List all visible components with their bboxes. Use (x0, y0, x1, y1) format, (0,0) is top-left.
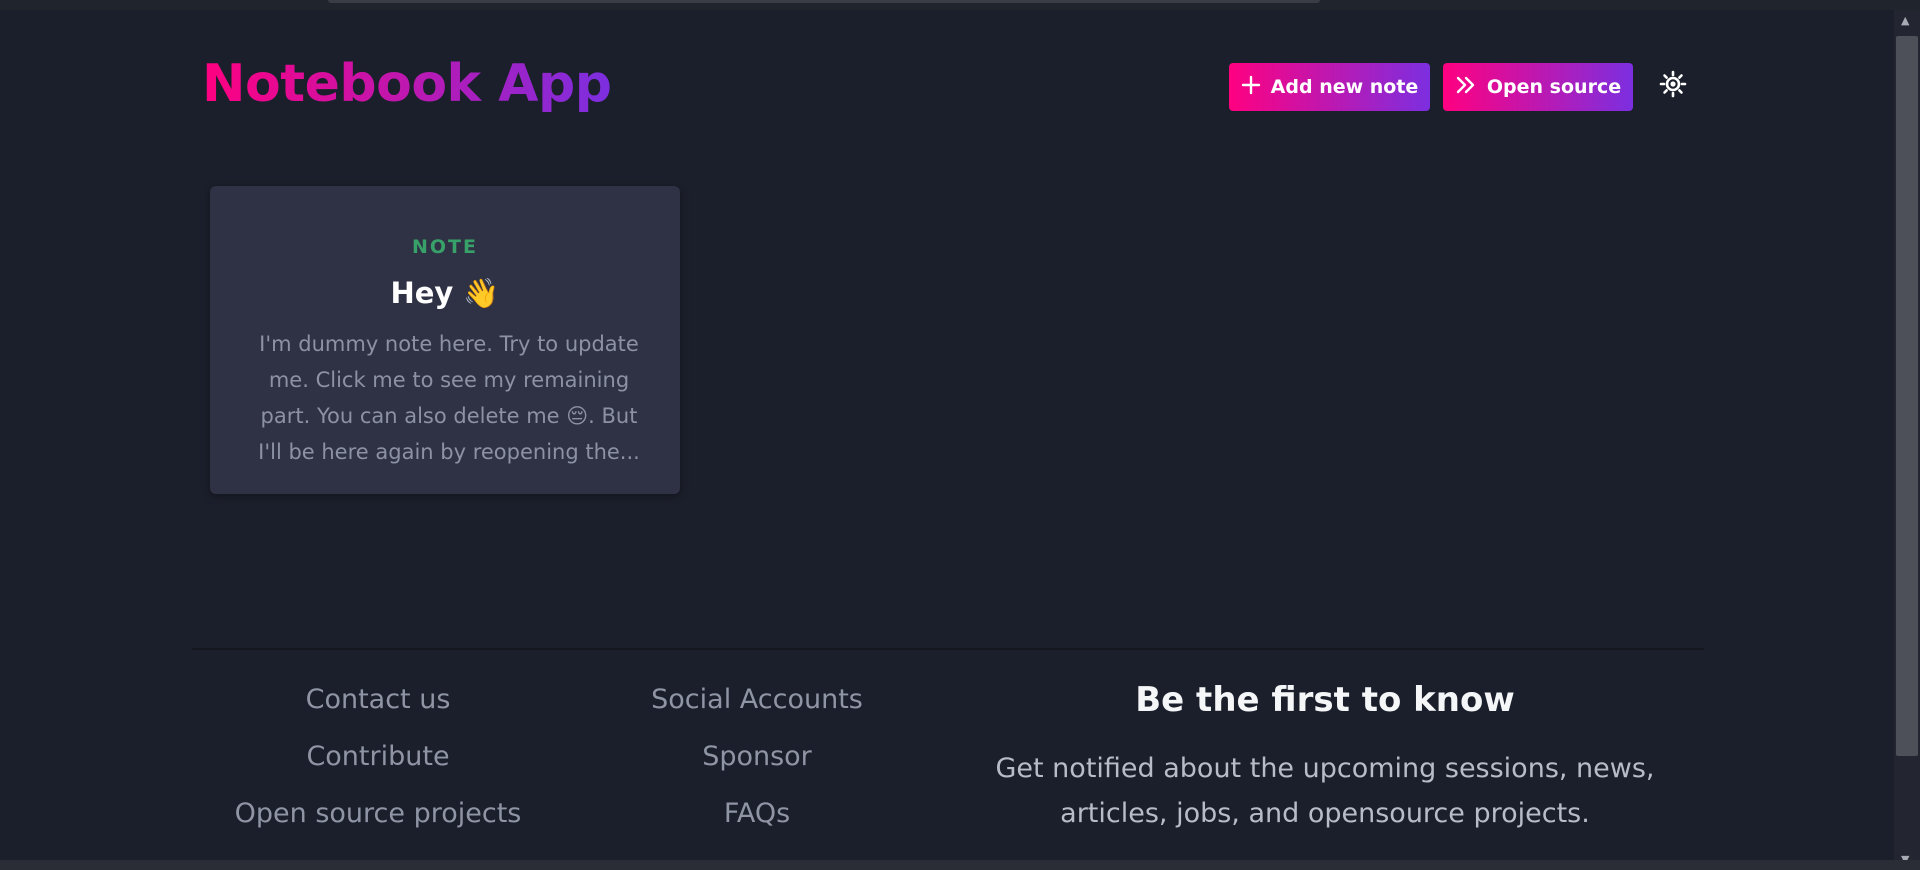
contribute-link[interactable]: Contribute (228, 739, 528, 796)
app-title[interactable]: Notebook App (202, 54, 612, 114)
browser-top-strip (0, 0, 1920, 10)
vertical-scrollbar[interactable]: ▲ ▼ (1894, 10, 1920, 870)
page: Notebook App Add new note Open source NO… (0, 10, 1894, 870)
open-source-label: Open source (1486, 76, 1622, 98)
note-title: Hey 👋 (390, 276, 500, 310)
newsletter-section: Be the first to know Get notified about … (940, 682, 1710, 836)
footer-column-2: Social Accounts Sponsor FAQs (607, 682, 907, 853)
note-body: I'm dummy note here. Try to update me. C… (258, 332, 640, 464)
add-new-note-label: Add new note (1270, 76, 1419, 98)
open-source-projects-link[interactable]: Open source projects (228, 796, 528, 853)
note-card[interactable]: NOTE Hey 👋 I'm dummy note here. Try to u… (210, 186, 680, 494)
horizontal-scrollbar[interactable] (0, 860, 1920, 870)
faqs-link[interactable]: FAQs (607, 796, 907, 853)
scroll-up-arrow-icon[interactable]: ▲ (1901, 14, 1909, 27)
sponsor-link[interactable]: Sponsor (607, 739, 907, 796)
theme-toggle[interactable] (1658, 70, 1688, 102)
newsletter-heading: Be the first to know (1135, 680, 1515, 720)
contact-us-link[interactable]: Contact us (228, 682, 528, 739)
footer-divider (192, 648, 1704, 650)
double-chevron-right-icon (1455, 75, 1477, 100)
browser-tab-indicator (328, 0, 1320, 3)
newsletter-text: Get notified about the upcoming sessions… (995, 753, 1655, 829)
scrollbar-thumb[interactable] (1896, 36, 1918, 756)
footer-column-1: Contact us Contribute Open source projec… (228, 682, 528, 853)
add-new-note-button[interactable]: Add new note (1229, 63, 1430, 111)
social-accounts-link[interactable]: Social Accounts (607, 682, 907, 739)
note-tag: NOTE (412, 236, 478, 258)
sun-icon (1659, 70, 1687, 102)
plus-icon (1241, 75, 1261, 100)
open-source-button[interactable]: Open source (1443, 63, 1633, 111)
